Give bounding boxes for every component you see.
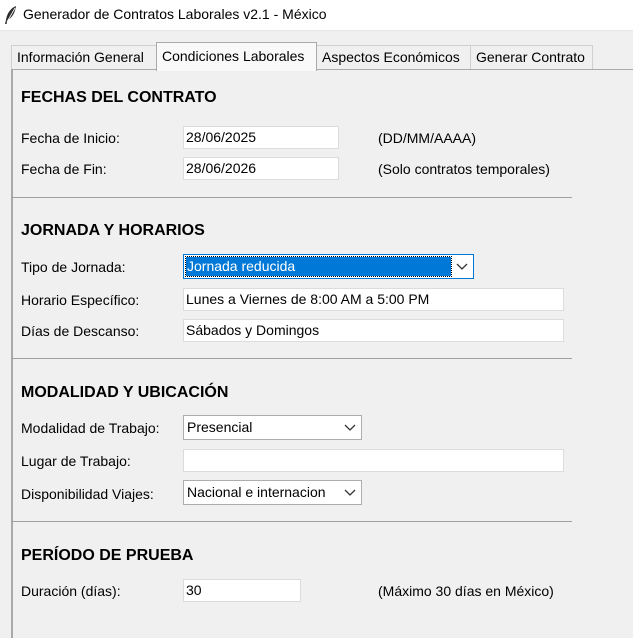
tipo-jornada-value: Jornada reducida	[185, 256, 452, 277]
fecha-fin-label: Fecha de Fin:	[21, 161, 107, 177]
chevron-down-icon	[344, 489, 356, 496]
section-title-prueba: PERÍODO DE PRUEBA	[21, 547, 194, 564]
section-title-jornada: JORNADA Y HORARIOS	[21, 222, 205, 239]
fecha-inicio-label: Fecha de Inicio:	[21, 130, 120, 146]
descanso-input[interactable]: Sábados y Domingos	[183, 319, 564, 342]
viajes-value: Nacional e internacion	[187, 484, 326, 500]
section-separator	[11, 521, 572, 522]
fecha-inicio-hint: (DD/MM/AAAA)	[378, 130, 476, 146]
modalidad-dropdown[interactable]: Presencial	[183, 415, 362, 440]
horario-input[interactable]: Lunes a Viernes de 8:00 AM a 5:00 PM	[183, 288, 564, 311]
tab-condiciones-laborales[interactable]: Condiciones Laborales	[156, 42, 317, 71]
duracion-hint: (Máximo 30 días en México)	[378, 583, 554, 599]
tipo-jornada-dropdown[interactable]: Jornada reducida	[183, 254, 474, 279]
section-title-fechas: FECHAS DEL CONTRATO	[21, 89, 217, 106]
title-bar: Generador de Contratos Laborales v2.1 - …	[0, 0, 633, 31]
chevron-down-icon	[344, 424, 356, 431]
tab-aspectos-economicos[interactable]: Aspectos Económicos	[316, 45, 471, 70]
chevron-down-icon	[456, 263, 468, 270]
lugar-input[interactable]	[183, 449, 564, 472]
viajes-label: Disponibilidad Viajes:	[21, 486, 154, 502]
modalidad-label: Modalidad de Trabajo:	[21, 420, 160, 436]
section-separator	[11, 197, 572, 198]
descanso-label: Días de Descanso:	[21, 323, 140, 339]
window-title: Generador de Contratos Laborales v2.1 - …	[23, 6, 327, 22]
horario-label: Horario Específico:	[21, 292, 140, 308]
feather-icon	[5, 6, 16, 24]
tab-generar-contrato[interactable]: Generar Contrato	[470, 45, 593, 70]
lugar-label: Lugar de Trabajo:	[21, 453, 131, 469]
fecha-inicio-input[interactable]: 28/06/2025	[183, 126, 339, 149]
fecha-fin-hint: (Solo contratos temporales)	[378, 161, 550, 177]
tipo-jornada-label: Tipo de Jornada:	[21, 259, 126, 275]
section-separator	[11, 358, 572, 359]
fecha-fin-input[interactable]: 28/06/2026	[183, 157, 339, 180]
duracion-input[interactable]: 30	[183, 579, 301, 602]
tab-informacion-general[interactable]: Información General	[11, 45, 157, 70]
duracion-label: Duración (días):	[21, 583, 121, 599]
viajes-dropdown[interactable]: Nacional e internacion	[183, 480, 362, 505]
section-title-modalidad: MODALIDAD Y UBICACIÓN	[21, 384, 229, 401]
tab-bar: Información General Condiciones Laborale…	[11, 42, 633, 71]
modalidad-value: Presencial	[187, 419, 253, 435]
